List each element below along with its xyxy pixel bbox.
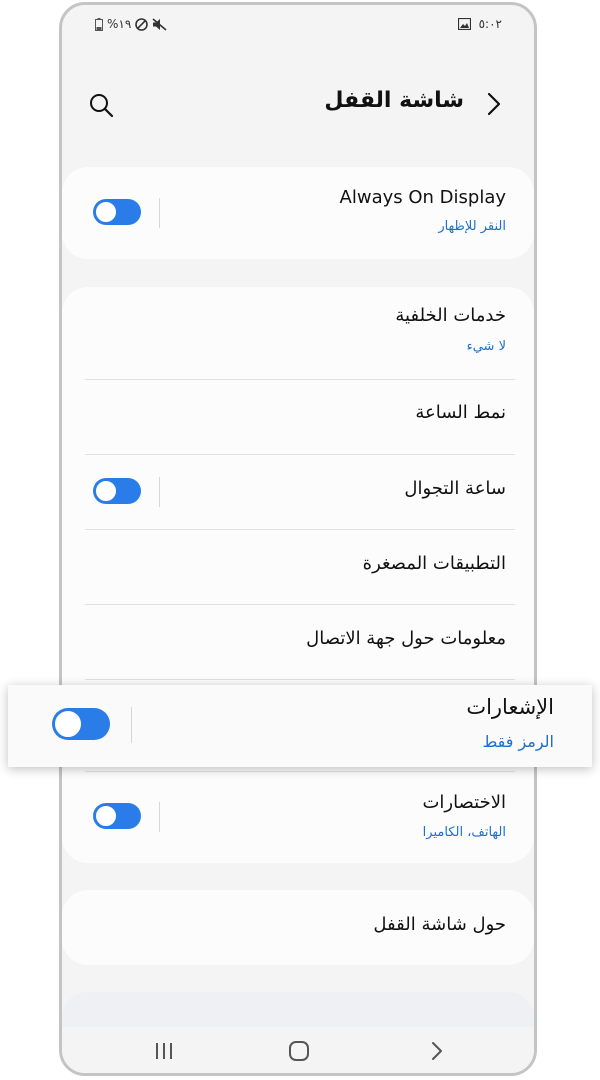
setting-row-widgets[interactable]: التطبيقات المصغرة <box>62 530 534 604</box>
setting-title: خدمات الخلفية <box>395 305 506 326</box>
setting-row-contact-information[interactable]: معلومات حول جهة الاتصال <box>62 605 534 679</box>
vertical-divider <box>159 198 160 228</box>
toggle-knob <box>54 710 82 738</box>
setting-row-clock-style[interactable]: نمط الساعة <box>62 380 534 454</box>
setting-row-notifications[interactable]: الإشعارات الرمز فقط <box>8 685 592 767</box>
shortcuts-toggle[interactable] <box>93 803 141 829</box>
setting-title: التطبيقات المصغرة <box>362 553 506 574</box>
status-left: %١٩ <box>95 17 167 31</box>
vertical-divider <box>159 802 160 832</box>
setting-title: Always On Display <box>339 187 506 208</box>
toggle-knob <box>95 805 117 827</box>
setting-title: ساعة التجوال <box>404 478 506 499</box>
setting-subtitle: لا شيء <box>466 339 506 354</box>
header-bar: شاشة القفل <box>62 80 534 130</box>
clock: ٥:٠٢ <box>478 17 502 31</box>
phone-frame: %١٩ ٥:٠٢ شاشة القفل Always On Display ال… <box>59 2 537 1076</box>
home-icon[interactable] <box>287 1039 311 1063</box>
setting-subtitle: الرمز فقط <box>482 732 554 751</box>
lock-screen-options-card: خدمات الخلفية لا شيء نمط الساعة ساعة الت… <box>62 287 534 863</box>
always-on-display-card: Always On Display النقر للإظهار <box>62 167 534 259</box>
setting-row-shortcuts[interactable]: الاختصارات الهاتف، الكاميرا <box>62 772 534 862</box>
back-arrow-icon[interactable] <box>480 91 506 117</box>
roaming-clock-toggle[interactable] <box>93 478 141 504</box>
setting-title: معلومات حول جهة الاتصال <box>306 628 506 649</box>
toggle-knob <box>95 201 117 223</box>
battery-icon <box>95 17 103 31</box>
navigation-bar <box>62 1027 534 1073</box>
setting-title: حول شاشة القفل <box>373 914 506 935</box>
about-lock-screen-card: حول شاشة القفل <box>62 890 534 965</box>
divider <box>85 679 515 680</box>
setting-row-about-lock-screen[interactable]: حول شاشة القفل <box>62 890 534 965</box>
page-title: شاشة القفل <box>324 88 464 113</box>
battery-percent: %١٩ <box>107 17 132 31</box>
setting-subtitle: النقر للإظهار <box>438 219 506 234</box>
status-right: ٥:٠٢ <box>457 17 502 31</box>
vertical-divider <box>131 707 132 743</box>
vertical-divider <box>159 477 160 507</box>
search-icon[interactable] <box>88 92 114 118</box>
partial-card <box>62 992 534 1032</box>
toggle-knob <box>95 480 117 502</box>
recent-apps-icon[interactable] <box>152 1039 176 1063</box>
setting-row-background-services[interactable]: خدمات الخلفية لا شيء <box>62 287 534 379</box>
setting-row-roaming-clock[interactable]: ساعة التجوال <box>62 455 534 529</box>
setting-title: الاختصارات <box>422 792 506 813</box>
notifications-toggle[interactable] <box>52 708 110 740</box>
always-on-display-toggle[interactable] <box>93 199 141 225</box>
setting-row-always-on-display[interactable]: Always On Display النقر للإظهار <box>62 167 534 259</box>
setting-title: الإشعارات <box>466 695 554 719</box>
setting-title: نمط الساعة <box>415 402 506 423</box>
image-icon <box>457 18 471 30</box>
mute-icon <box>152 17 167 31</box>
status-bar: %١٩ ٥:٠٢ <box>62 5 534 45</box>
nav-back-icon[interactable] <box>425 1039 449 1063</box>
setting-subtitle: الهاتف، الكاميرا <box>422 825 506 840</box>
do-not-disturb-icon <box>135 17 149 31</box>
